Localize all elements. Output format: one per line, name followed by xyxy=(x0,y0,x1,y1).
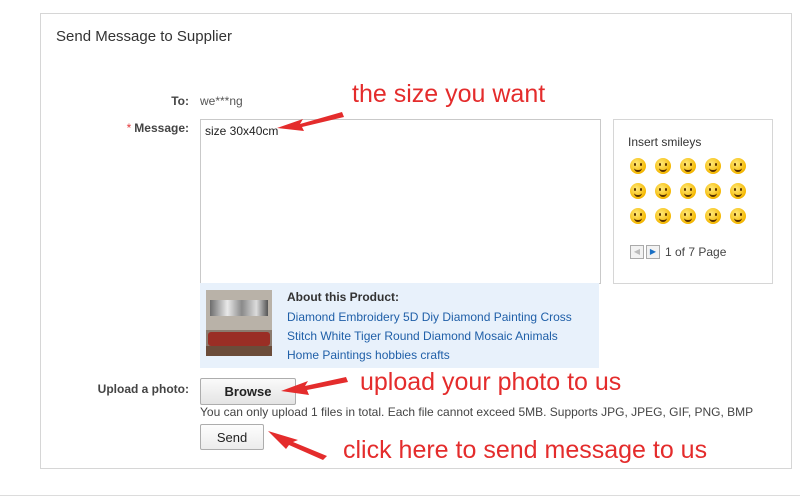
thumb-sofa xyxy=(208,332,270,346)
browse-button[interactable]: Browse xyxy=(200,378,296,405)
to-label: To: xyxy=(171,94,189,108)
product-link[interactable]: Diamond Embroidery 5D Diy Diamond Painti… xyxy=(287,308,587,365)
recipient-name: we***ng xyxy=(200,94,243,108)
cry-laugh-icon[interactable] xyxy=(655,183,671,199)
annotation-send: click here to send message to us xyxy=(343,436,708,464)
shy-icon[interactable] xyxy=(655,208,671,224)
dizzy-icon[interactable] xyxy=(730,158,746,174)
annotation-size: the size you want xyxy=(352,80,546,108)
grin-icon[interactable] xyxy=(630,208,646,224)
product-info-box: About this Product: Diamond Embroidery 5… xyxy=(200,283,599,368)
product-thumbnail[interactable] xyxy=(206,290,272,356)
send-button[interactable]: Send xyxy=(200,424,264,450)
smileys-title: Insert smileys xyxy=(628,135,702,149)
next-page-icon[interactable]: ▶ xyxy=(646,245,660,259)
hot-icon[interactable] xyxy=(680,183,696,199)
required-mark: * xyxy=(126,121,132,135)
annotation-upload: upload your photo to us xyxy=(360,368,622,396)
bottom-divider xyxy=(0,495,800,496)
upload-note: You can only upload 1 files in total. Ea… xyxy=(200,405,754,419)
nervous-icon[interactable] xyxy=(705,183,721,199)
message-label-wrap: * Message: xyxy=(101,121,189,135)
laugh-icon[interactable] xyxy=(705,158,721,174)
about-product-title: About this Product: xyxy=(287,290,399,304)
thumb-floor xyxy=(206,346,272,356)
angry-icon[interactable] xyxy=(630,183,646,199)
smiley-pager: ◀ ▶ 1 of 7 Page xyxy=(630,245,726,259)
message-text: size 30x40cm xyxy=(205,124,279,138)
sleepy-icon[interactable] xyxy=(730,183,746,199)
wink-icon[interactable] xyxy=(680,158,696,174)
panel-title: Send Message to Supplier xyxy=(56,28,232,45)
smileys-panel: Insert smileys ◀ ▶ 1 of 7 Page xyxy=(613,119,773,284)
cool-icon[interactable] xyxy=(680,208,696,224)
smiley-grid xyxy=(630,158,760,224)
message-label: Message: xyxy=(134,121,189,135)
shocked-icon[interactable] xyxy=(705,208,721,224)
kiss-icon[interactable] xyxy=(730,208,746,224)
tongue-icon[interactable] xyxy=(655,158,671,174)
message-textarea[interactable]: size 30x40cm xyxy=(200,119,601,284)
smile-icon[interactable] xyxy=(630,158,646,174)
prev-page-icon[interactable]: ◀ xyxy=(630,245,644,259)
thumb-painting xyxy=(210,300,268,316)
upload-label: Upload a photo: xyxy=(97,382,189,396)
pager-text: 1 of 7 Page xyxy=(665,245,727,259)
